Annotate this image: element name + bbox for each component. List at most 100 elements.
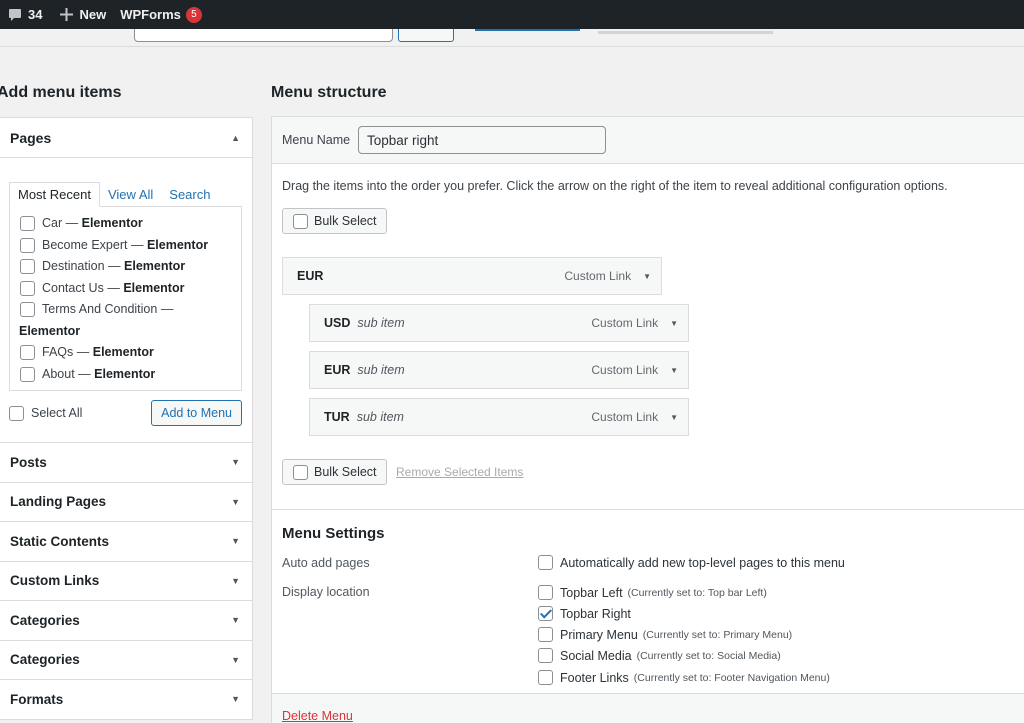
page-name: Destination [42, 259, 105, 273]
separator: — [108, 259, 121, 273]
separator: — [78, 366, 91, 381]
location-name: Primary Menu [560, 627, 638, 642]
categories-accordion-2[interactable]: Categories ▼ [0, 640, 253, 680]
custom-links-accordion[interactable]: Custom Links ▼ [0, 561, 253, 601]
static-contents-accordion-title: Static Contents [10, 533, 110, 549]
location-footer-links[interactable]: Footer Links (Currently set to: Footer N… [538, 670, 830, 685]
menu-select-dropdown[interactable] [134, 29, 393, 42]
page-builder: Elementor [146, 237, 209, 252]
menu-item-eur-sub[interactable]: EUR sub item Custom Link ▼ [309, 351, 689, 389]
expand-arrow-icon[interactable]: ▼ [670, 366, 678, 375]
page-item[interactable]: Become Expert — Elementor [20, 235, 231, 257]
separator: — [160, 302, 174, 316]
new-content-link[interactable]: New [60, 0, 106, 29]
select-all-control[interactable]: Select All [9, 405, 82, 421]
location-checkbox-checked[interactable] [538, 606, 553, 621]
expand-arrow-icon[interactable]: ▼ [670, 413, 678, 422]
menu-item-eur[interactable]: EUR Custom Link ▼ [282, 257, 662, 295]
caret-down-icon: ▼ [231, 575, 240, 586]
page-checkbox[interactable] [20, 237, 35, 253]
separator: — [107, 280, 120, 295]
page-checkbox[interactable] [20, 216, 35, 231]
page-checkbox[interactable] [20, 366, 35, 382]
landing-pages-accordion[interactable]: Landing Pages ▼ [0, 482, 253, 522]
tab-search[interactable]: Search [161, 183, 218, 206]
page-item-wrap: Elementor [19, 321, 231, 343]
pages-accordion-header[interactable]: Pages ▲ [0, 118, 252, 158]
auto-add-pages-option[interactable]: Automatically add new top-level pages to… [538, 555, 845, 570]
menu-item-tur[interactable]: TUR sub item Custom Link ▼ [309, 398, 689, 436]
categories-accordion-title: Categories [10, 652, 80, 668]
remove-selected-link[interactable]: Remove Selected Items [396, 465, 523, 479]
page-item[interactable]: Contact Us — Elementor [20, 278, 231, 300]
page-builder: Elementor [81, 216, 143, 230]
expand-arrow-icon[interactable]: ▼ [643, 272, 651, 281]
caret-down-icon: ▼ [231, 694, 240, 705]
bulk-select-checkbox[interactable] [293, 213, 308, 229]
pages-tabs: Most Recent View All Search [9, 182, 242, 207]
location-checkbox[interactable] [538, 670, 553, 685]
menu-item-title: EUR [324, 363, 351, 377]
caret-down-icon: ▼ [231, 654, 240, 665]
menu-name-input[interactable]: Topbar right [358, 126, 606, 154]
menu-item-subtitle: sub item [357, 316, 405, 330]
page-item[interactable]: Car — Elementor [20, 213, 231, 235]
auto-add-checkbox[interactable] [538, 555, 553, 570]
wpforms-label: WPForms [120, 7, 181, 22]
bulk-select-button-bottom[interactable]: Bulk Select [282, 459, 387, 485]
divider [272, 509, 1024, 510]
comments-link[interactable]: 34 [8, 0, 42, 29]
page-builder: Elementor [124, 259, 186, 273]
add-menu-items-panel: Pages ▲ Most Recent View All Search Car … [0, 117, 253, 723]
delete-menu-link[interactable]: Delete Menu [282, 709, 353, 723]
posts-accordion[interactable]: Posts ▼ [0, 443, 253, 483]
page-builder: Elementor [123, 280, 185, 295]
formats-accordion-title: Formats [10, 691, 64, 707]
location-topbar-left[interactable]: Topbar Left (Currently set to: Top bar L… [538, 585, 767, 600]
menu-item-subtitle: sub item [357, 363, 405, 377]
menu-name-label: Menu Name [282, 133, 351, 147]
menu-item-type: Custom Link [564, 269, 632, 283]
static-contents-accordion[interactable]: Static Contents ▼ [0, 522, 253, 562]
menu-select-toolbar [0, 29, 1024, 47]
location-social-media[interactable]: Social Media (Currently set to: Social M… [538, 648, 781, 663]
select-menu-button[interactable] [398, 29, 454, 42]
location-topbar-right[interactable]: Topbar Right [538, 606, 631, 621]
location-checkbox[interactable] [538, 585, 553, 600]
menu-name-bar: Menu Name Topbar right [272, 117, 1024, 164]
caret-down-icon: ▼ [231, 496, 240, 507]
location-primary-menu[interactable]: Primary Menu (Currently set to: Primary … [538, 627, 792, 642]
add-to-menu-button[interactable]: Add to Menu [151, 400, 242, 426]
page-item[interactable]: FAQs — Elementor [20, 342, 231, 364]
bulk-select-checkbox[interactable] [293, 464, 308, 480]
page-checkbox[interactable] [20, 280, 35, 296]
page-checkbox[interactable] [20, 259, 35, 274]
wpforms-link[interactable]: WPForms 5 [120, 0, 202, 29]
page-checkbox[interactable] [20, 345, 35, 360]
new-label: New [79, 7, 107, 22]
menu-item-type: Custom Link [591, 410, 659, 424]
page-item[interactable]: Destination — Elementor [20, 256, 231, 278]
display-location-label: Display location [282, 585, 370, 599]
pages-accordion-title: Pages [10, 129, 52, 146]
menu-item-title: EUR [297, 269, 324, 283]
page-item[interactable]: About — Elementor [20, 364, 231, 386]
pages-footer: Select All Add to Menu [9, 400, 242, 426]
select-all-checkbox[interactable] [9, 405, 24, 421]
menu-structure-panel: Menu Name Topbar right Drag the items in… [271, 116, 1024, 723]
location-checkbox[interactable] [538, 627, 553, 642]
categories-accordion[interactable]: Categories ▼ [0, 601, 253, 641]
formats-accordion[interactable]: Formats ▼ [0, 680, 253, 720]
bulk-select-button-top[interactable]: Bulk Select [282, 208, 387, 234]
expand-arrow-icon[interactable]: ▼ [670, 319, 678, 328]
menu-item-usd[interactable]: USD sub item Custom Link ▼ [309, 304, 689, 342]
page-checkbox[interactable] [20, 302, 35, 317]
plus-icon [60, 8, 74, 21]
page-builder: Elementor [19, 323, 81, 338]
location-checkbox[interactable] [538, 648, 553, 663]
page-item[interactable]: Terms And Condition — [20, 299, 231, 321]
separator: — [65, 216, 79, 230]
create-menu-link[interactable] [475, 29, 580, 31]
tab-view-all[interactable]: View All [100, 183, 161, 206]
tab-most-recent[interactable]: Most Recent [9, 182, 100, 207]
